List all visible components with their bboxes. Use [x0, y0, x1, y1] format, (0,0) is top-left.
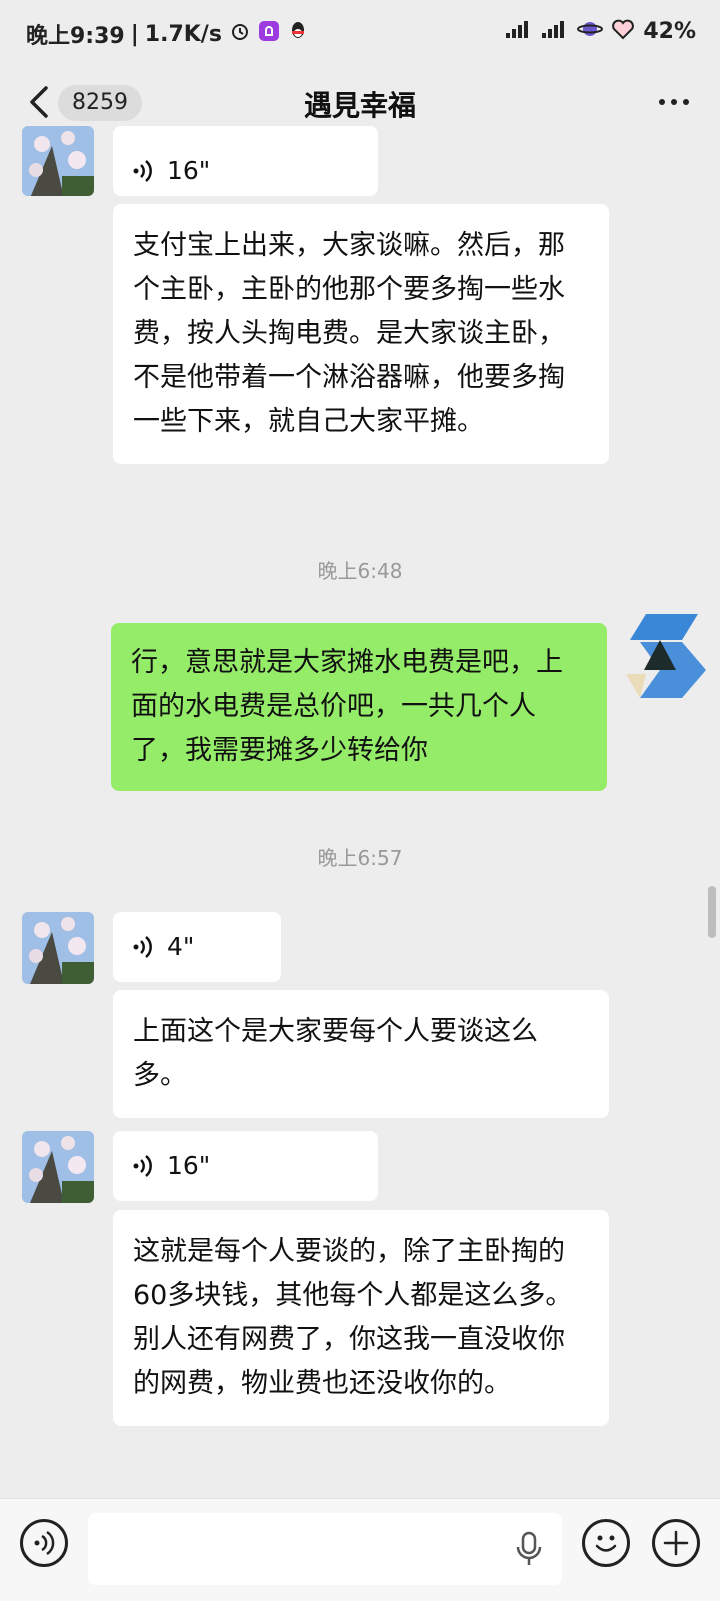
voice-mode-icon	[34, 1530, 55, 1556]
voice-message[interactable]: 16"	[113, 1131, 378, 1201]
status-separator: |	[130, 21, 139, 47]
avatar[interactable]	[22, 912, 94, 984]
scrollbar[interactable]	[708, 886, 716, 938]
emoji-icon	[595, 1535, 617, 1552]
microphone-icon	[516, 1531, 542, 1565]
timestamp: 晚上6:57	[317, 846, 403, 870]
heart-icon	[611, 18, 635, 45]
status-left: 晚上9:39 | 1.7K/s	[26, 18, 308, 50]
status-time: 晚上9:39	[26, 24, 125, 49]
message-text: 这就是每个人要谈的，除了主卧掏的60多块钱，其他每个人都是这么多。别人还有网费了…	[133, 1236, 573, 1399]
alarm-icon	[230, 21, 250, 47]
chat-title: 遇見幸福	[303, 89, 416, 122]
message-text: 上面这个是大家要每个人要谈这么多。	[133, 1016, 538, 1091]
self-avatar[interactable]	[622, 612, 712, 707]
more-dots-icon	[659, 99, 689, 105]
planet-icon	[577, 18, 604, 45]
status-right: 42%	[505, 18, 696, 45]
emoji-button[interactable]	[582, 1519, 630, 1567]
voice-duration: 4"	[167, 932, 195, 961]
status-bar: 晚上9:39 | 1.7K/s 42%	[0, 0, 720, 64]
voice-wave-icon	[133, 160, 152, 182]
more-options-button[interactable]	[656, 84, 692, 128]
qq-icon	[288, 20, 308, 48]
voice-message[interactable]: 16"	[113, 126, 378, 196]
voice-wave-icon	[133, 936, 152, 958]
signal-icon	[541, 19, 569, 44]
voice-duration: 16"	[167, 156, 211, 185]
timestamp: 晚上6:48	[317, 559, 403, 583]
input-bar	[0, 1498, 720, 1601]
avatar[interactable]	[22, 1131, 94, 1203]
notification-app-icon	[258, 20, 280, 48]
signal-icon	[505, 19, 533, 44]
microphone-button[interactable]	[514, 1529, 544, 1569]
plus-icon	[663, 1530, 689, 1556]
battery-level: 42%	[643, 19, 696, 44]
avatar[interactable]	[22, 126, 94, 196]
voice-duration: 16"	[167, 1151, 211, 1180]
text-message[interactable]: 这就是每个人要谈的，除了主卧掏的60多块钱，其他每个人都是这么多。别人还有网费了…	[113, 1210, 609, 1426]
message-input[interactable]	[88, 1513, 562, 1585]
text-message[interactable]: 上面这个是大家要每个人要谈这么多。	[113, 990, 609, 1118]
voice-wave-icon	[133, 1155, 152, 1177]
voice-message[interactable]: 4"	[113, 912, 281, 982]
network-speed: 1.7K/s	[144, 21, 222, 47]
message-text: 支付宝上出来，大家谈嘛。然后，那个主卧，主卧的他那个要多掏一些水费，按人头掏电费…	[133, 230, 565, 437]
voice-mode-button[interactable]	[20, 1519, 68, 1567]
plus-button[interactable]	[652, 1519, 700, 1567]
text-message[interactable]: 支付宝上出来，大家谈嘛。然后，那个主卧，主卧的他那个要多掏一些水费，按人头掏电费…	[113, 204, 609, 464]
self-text-message[interactable]: 行，意思就是大家摊水电费是吧，上面的水电费是总价吧，一共几个人了，我需要摊多少转…	[111, 623, 607, 791]
message-text: 行，意思就是大家摊水电费是吧，上面的水电费是总价吧，一共几个人了，我需要摊多少转…	[131, 647, 563, 766]
